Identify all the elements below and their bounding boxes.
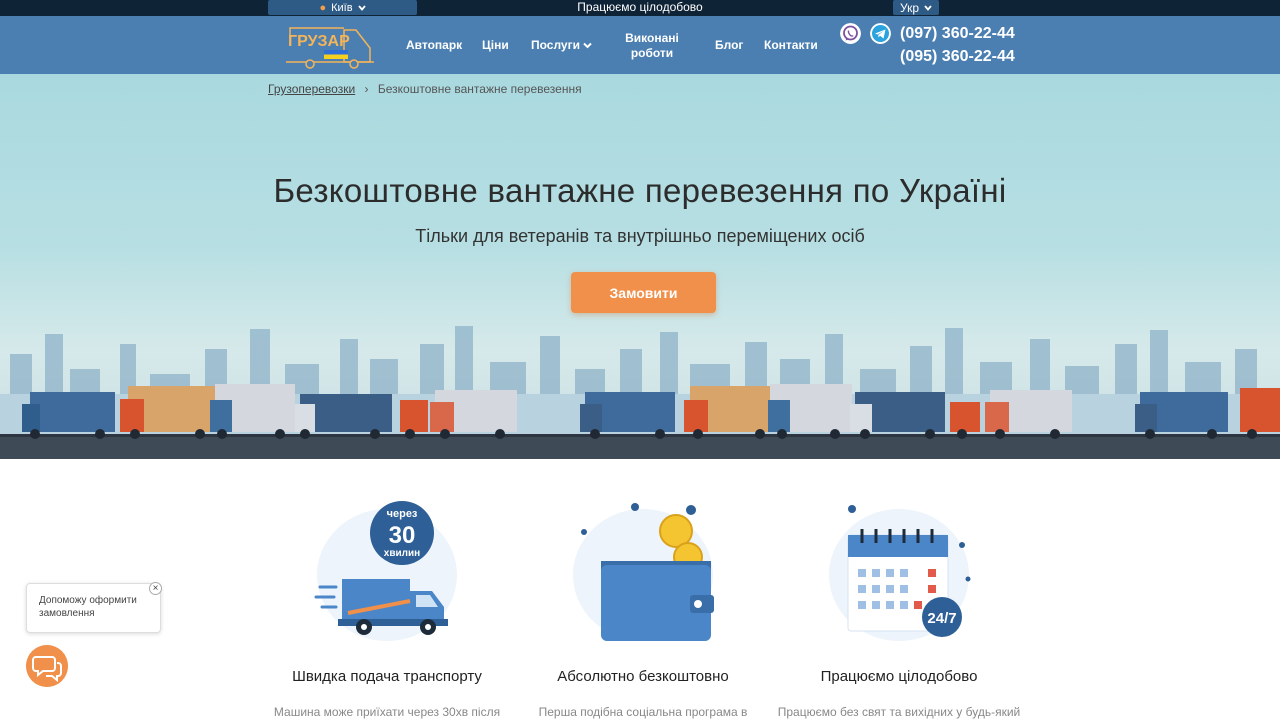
feature-title: Працюємо цілодобово bbox=[820, 668, 978, 685]
feature-title: Швидка подача транспорту bbox=[292, 668, 482, 685]
nav-completed-label-2: роботи bbox=[630, 46, 674, 60]
location-pin-icon: ● bbox=[319, 1, 327, 14]
phone-numbers: (097) 360-22-44 (095) 360-22-44 bbox=[900, 22, 1015, 68]
chevron-down-icon bbox=[583, 42, 592, 48]
feature-text: Перша подібна соціальна програма в Украї… bbox=[538, 705, 748, 720]
phone-kyivstar[interactable]: (097) 360-22-44 bbox=[900, 22, 1015, 45]
logo[interactable]: ГРУЗАР bbox=[284, 20, 376, 70]
viber-icon[interactable] bbox=[840, 23, 861, 44]
nav-completed-works[interactable]: Виконані роботи bbox=[622, 31, 682, 61]
breadcrumb: Грузоперевозки › Безкоштовне вантажне пе… bbox=[268, 82, 582, 96]
breadcrumb-current: Безкоштовне вантажне перевезення bbox=[377, 82, 582, 96]
chat-prompt-bubble[interactable]: Допоможу оформити замовлення bbox=[26, 583, 161, 633]
badge-number-text: 30 bbox=[389, 522, 416, 549]
nav-completed-label-1: Виконані bbox=[625, 31, 679, 45]
telegram-icon[interactable] bbox=[870, 23, 891, 44]
chat-open-button[interactable] bbox=[26, 645, 68, 687]
fast-truck-icon: через 30 хвилин bbox=[314, 501, 457, 641]
wallet-coins-icon bbox=[573, 503, 714, 641]
nav-blog[interactable]: Блог bbox=[715, 38, 743, 52]
feature-fast-delivery: через 30 хвилин Швидка подача транспорту… bbox=[262, 495, 512, 720]
order-button[interactable]: Замовити bbox=[571, 272, 716, 313]
feature-text: Машина може приїхати через 30хв після за… bbox=[273, 705, 501, 720]
nav-prices[interactable]: Ціни bbox=[482, 38, 509, 52]
badge-top-text: через bbox=[387, 508, 418, 520]
trucks-city-illustration bbox=[0, 326, 1280, 459]
city-selector[interactable]: ● Київ bbox=[268, 0, 417, 15]
nav-contacts[interactable]: Контакти bbox=[764, 38, 818, 52]
calendar-247-icon: 24/7 bbox=[829, 505, 971, 641]
feature-24-7: 24/7 Працюємо цілодобово Працюємо без св… bbox=[774, 495, 1024, 720]
language-label: Укр bbox=[899, 0, 919, 15]
language-selector[interactable]: Укр bbox=[893, 0, 939, 15]
hero-section: Грузоперевозки › Безкоштовне вантажне пе… bbox=[0, 74, 1280, 459]
chevron-down-icon bbox=[357, 4, 366, 11]
badge-247-text: 24/7 bbox=[927, 610, 956, 627]
breadcrumb-home-link[interactable]: Грузоперевозки bbox=[268, 82, 355, 96]
chevron-down-icon bbox=[924, 4, 932, 11]
nav-fleet[interactable]: Автопарк bbox=[406, 38, 462, 52]
slogan: Працюємо цілодобово bbox=[577, 0, 703, 14]
phone-vodafone[interactable]: (095) 360-22-44 bbox=[900, 45, 1015, 68]
chat-close-button[interactable]: × bbox=[149, 582, 162, 595]
nav-services[interactable]: Послуги bbox=[531, 38, 592, 52]
feature-title: Абсолютно безкоштовно bbox=[557, 668, 729, 685]
nav-services-label: Послуги bbox=[531, 38, 580, 52]
breadcrumb-separator: › bbox=[364, 82, 369, 96]
feature-text: Працюємо без свят та вихідних у будь-яки… bbox=[777, 705, 1021, 720]
site-header: ГРУЗАР Автопарк Ціни Послуги Виконані ро… bbox=[0, 16, 1280, 74]
page-title: Безкоштовне вантажне перевезення по Укра… bbox=[273, 172, 1007, 209]
badge-bottom-text: хвилин bbox=[384, 548, 420, 559]
page-subtitle: Тільки для ветеранів та внутрішньо перем… bbox=[415, 226, 865, 246]
feature-free: Абсолютно безкоштовно Перша подібна соці… bbox=[518, 495, 768, 720]
logo-text: ГРУЗАР bbox=[288, 33, 350, 50]
city-label: Київ bbox=[331, 1, 353, 14]
top-bar: Працюємо цілодобово ● Київ Укр bbox=[0, 0, 1280, 16]
